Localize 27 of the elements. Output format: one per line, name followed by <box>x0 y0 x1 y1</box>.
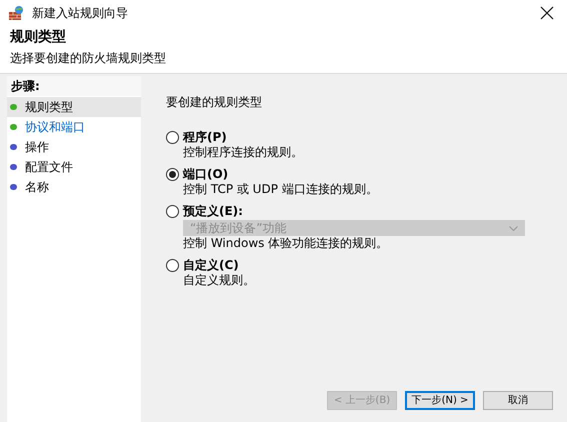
radio-button[interactable] <box>166 131 179 144</box>
radio-button[interactable] <box>166 205 179 218</box>
wizard-button[interactable]: 取消 <box>483 391 553 410</box>
step-item[interactable]: 名称 <box>7 177 141 197</box>
option-label: 自定义(C) <box>183 258 239 273</box>
window-title: 新建入站规则向导 <box>32 5 128 22</box>
step-item[interactable]: 操作 <box>7 137 141 157</box>
option-label: 预定义(E): <box>183 204 243 219</box>
step-item[interactable]: 配置文件 <box>7 157 141 177</box>
option-label: 程序(P) <box>183 130 227 145</box>
prompt-text: 要创建的规则类型 <box>166 94 263 110</box>
page-subtitle: 选择要创建的防火墙规则类型 <box>10 50 167 67</box>
page-heading: 规则类型 <box>10 28 67 47</box>
radio-button[interactable] <box>166 259 179 272</box>
radio-button[interactable] <box>166 168 179 181</box>
option-description: 自定义规则。 <box>183 273 256 288</box>
option-description: 控制 TCP 或 UDP 端口连接的规则。 <box>183 182 379 197</box>
chevron-down-icon <box>509 226 518 230</box>
step-item[interactable]: 规则类型 <box>7 97 141 117</box>
close-icon <box>540 6 554 20</box>
option-label: 端口(O) <box>183 167 228 182</box>
option-description: 控制程序连接的规则。 <box>183 145 304 160</box>
step-item[interactable]: 协议和端口 <box>7 117 141 137</box>
steps-title: 步骤: <box>7 76 141 96</box>
wizard-button[interactable]: 下一步(N) > <box>405 391 475 410</box>
firewall-icon <box>8 5 24 21</box>
option-description: 控制 Windows 体验功能连接的规则。 <box>183 236 390 251</box>
